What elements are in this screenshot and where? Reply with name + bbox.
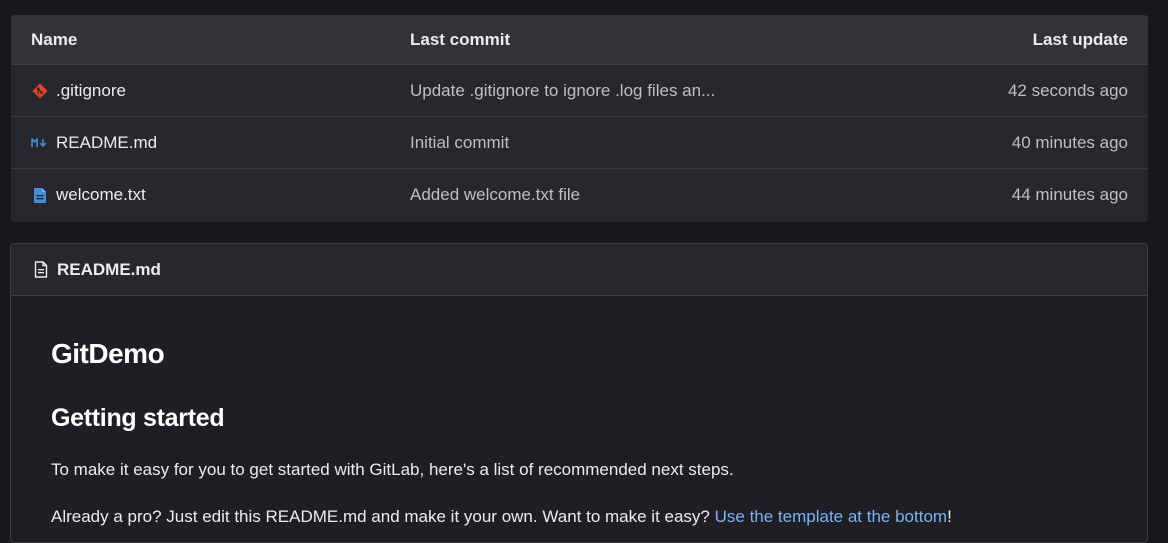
readme-header: README.md	[11, 244, 1147, 296]
readme-heading-2: Getting started	[51, 404, 225, 432]
file-table: Name Last commit Last update .gitignore …	[11, 15, 1148, 222]
table-row[interactable]: .gitignore Update .gitignore to ignore .…	[11, 65, 1148, 117]
last-update-time: 44 minutes ago	[1011, 185, 1128, 204]
readme-title: README.md	[57, 259, 161, 279]
table-row[interactable]: welcome.txt Added welcome.txt file 44 mi…	[11, 169, 1148, 221]
header-last-update: Last update	[1032, 29, 1128, 49]
file-link-welcome[interactable]: welcome.txt	[31, 185, 146, 205]
readme-heading-1: GitDemo	[51, 338, 165, 369]
header-name: Name	[31, 29, 78, 49]
last-update-time: 40 minutes ago	[1011, 132, 1128, 152]
file-name: .gitignore	[56, 80, 126, 100]
readme-paragraph: To make it easy for you to get started w…	[51, 460, 734, 479]
file-table-header: Name Last commit Last update	[11, 15, 1148, 65]
document-icon	[32, 261, 49, 278]
git-icon	[31, 82, 48, 99]
readme-panel: README.md GitDemo Getting started To mak…	[10, 243, 1148, 543]
commit-message-link[interactable]: Update .gitignore to ignore .log files a…	[410, 81, 715, 101]
table-row[interactable]: README.md Initial commit 40 minutes ago	[11, 117, 1148, 169]
paragraph-text: Already a pro? Just edit this README.md …	[51, 507, 715, 526]
readme-paragraph-2: Already a pro? Just edit this README.md …	[51, 507, 952, 527]
last-update-time: 42 seconds ago	[1007, 80, 1128, 100]
template-link[interactable]: Use the template at the bottom	[715, 507, 947, 526]
commit-message-link[interactable]: Initial commit	[410, 133, 509, 153]
file-link-readme[interactable]: README.md	[31, 133, 157, 153]
text-file-icon	[31, 187, 48, 204]
header-last-commit: Last commit	[410, 29, 511, 49]
file-name: welcome.txt	[56, 185, 146, 204]
file-link-gitignore[interactable]: .gitignore	[31, 81, 126, 101]
file-name: README.md	[56, 132, 158, 152]
paragraph-text-end: !	[947, 507, 952, 526]
commit-message-link[interactable]: Added welcome.txt file	[410, 185, 580, 205]
markdown-icon	[31, 134, 48, 151]
